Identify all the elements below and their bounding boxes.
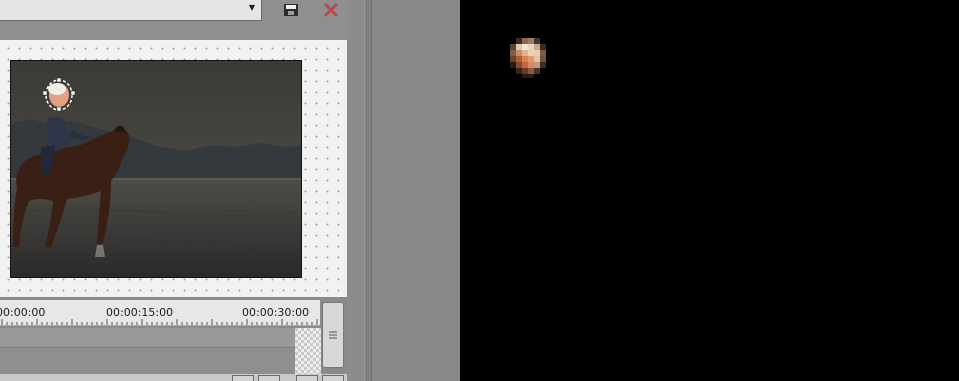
mask-toolbar: ▼ — [0, 0, 364, 40]
grip-icon — [329, 331, 337, 339]
mask-timeline[interactable]: 00:00:00 00:00:15:00 00:00:30:00 — [0, 297, 347, 381]
scroll-right-button[interactable] — [322, 375, 344, 381]
panel-edge — [347, 0, 364, 381]
ruler-label-start: 00:00:00 — [0, 306, 46, 319]
ruler-label-30s: 00:00:30:00 — [242, 306, 310, 319]
transparency-checker — [295, 328, 321, 374]
close-icon — [324, 3, 338, 17]
timeline-scrollbar-thumb[interactable] — [322, 302, 344, 368]
mask-workspace[interactable] — [0, 40, 347, 297]
save-preset-button[interactable] — [280, 0, 302, 20]
fit-button[interactable] — [296, 375, 318, 381]
video-frame-image — [11, 61, 301, 277]
zoom-in-button[interactable] — [258, 375, 280, 381]
mask-editor-panel: ▼ 00:00:00 00:00:15:00 00:00:30:00 — [0, 0, 364, 381]
pane-splitter[interactable] — [364, 0, 372, 381]
chevron-down-icon[interactable]: ▼ — [249, 3, 255, 13]
mask-track-lower[interactable] — [0, 347, 295, 375]
preset-dropdown[interactable]: ▼ — [0, 0, 262, 21]
ruler-label-15s: 00:00:15:00 — [106, 306, 174, 319]
pixelated-face-output — [510, 38, 546, 78]
timeline-ruler[interactable]: 00:00:00 00:00:15:00 00:00:30:00 — [0, 300, 320, 326]
zoom-out-button[interactable] — [232, 375, 254, 381]
delete-preset-button[interactable] — [318, 0, 344, 20]
save-icon — [284, 4, 298, 16]
empty-panel-area — [372, 0, 460, 381]
timeline-bottom-bar — [0, 374, 347, 381]
video-output-preview — [460, 0, 959, 381]
video-frame-preview[interactable] — [10, 60, 302, 278]
ruler-ticks — [1, 319, 318, 325]
